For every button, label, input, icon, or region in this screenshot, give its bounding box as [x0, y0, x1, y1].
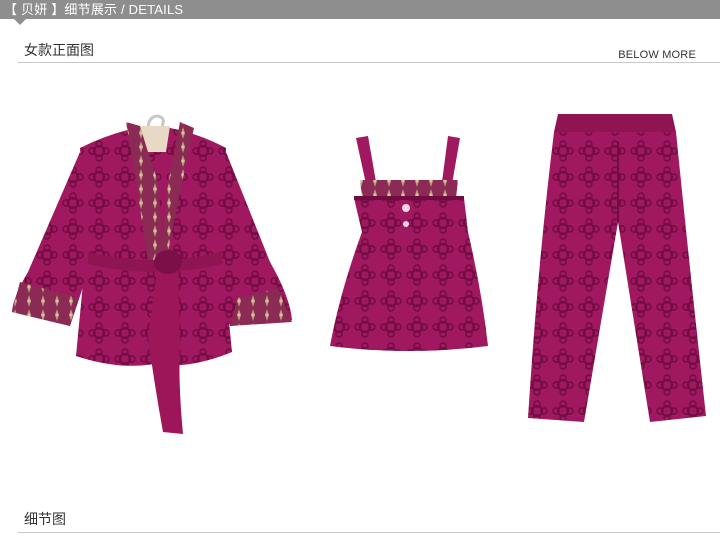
- header-notch: [14, 19, 26, 25]
- header-label: 【 贝妍 】细节展示 / DETAILS: [4, 2, 184, 17]
- section-title-details: 细节图: [24, 511, 66, 527]
- header-bar: 【 贝妍 】细节展示 / DETAILS: [0, 0, 720, 19]
- pants-image: [528, 114, 706, 422]
- section-divider-top: [18, 62, 720, 63]
- below-more-link[interactable]: BELOW MORE: [618, 49, 696, 61]
- section-divider-bottom: [18, 532, 720, 533]
- camisole-image: [330, 136, 488, 351]
- section-title-front: 女款正面图: [24, 42, 94, 58]
- robe-image: [12, 114, 292, 434]
